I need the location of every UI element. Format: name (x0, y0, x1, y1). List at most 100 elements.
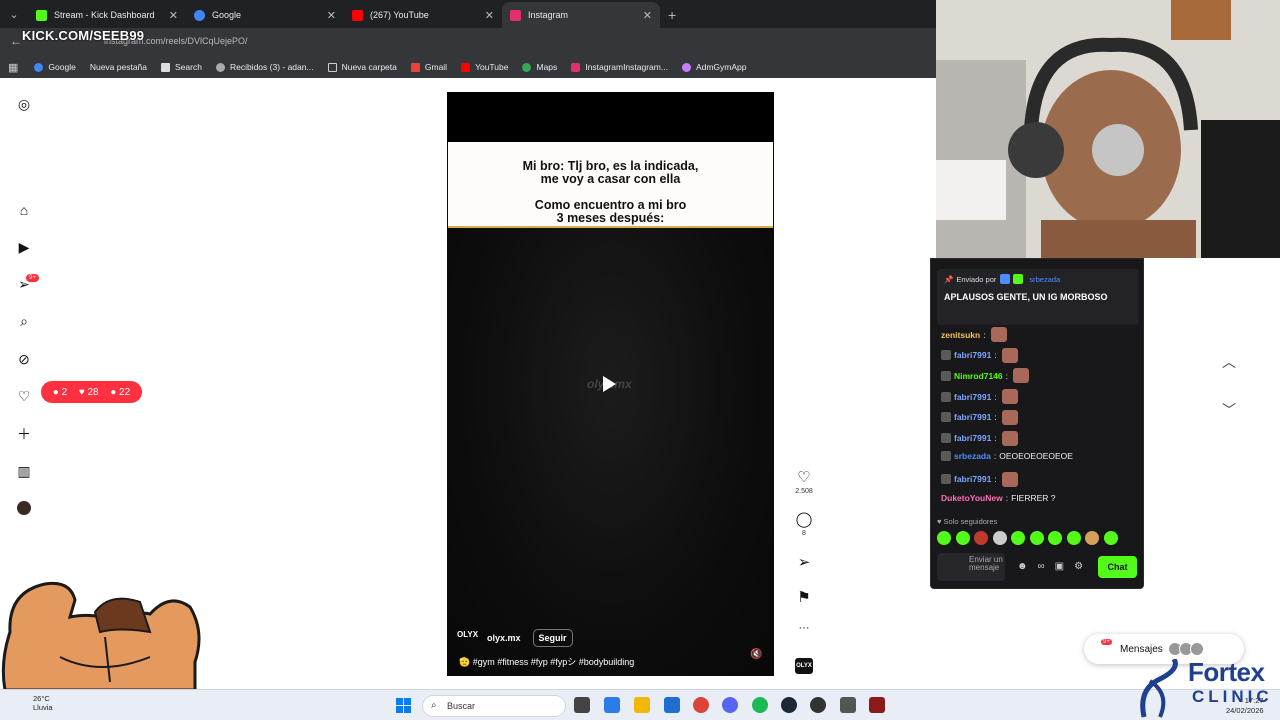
caption-line: Como encuentro a mi bro (534, 198, 687, 212)
close-icon[interactable]: ✕ (485, 9, 494, 22)
emote-button[interactable] (974, 531, 988, 545)
app-icon[interactable] (869, 697, 885, 713)
chat-username[interactable]: fabri7991 (954, 474, 991, 484)
taskbar-search[interactable]: ⌕ Buscar (422, 695, 566, 717)
chat-send-button[interactable]: Chat (1098, 556, 1137, 578)
chrome-icon[interactable] (693, 697, 709, 713)
bookmark-search[interactable]: Search (161, 62, 202, 72)
store-icon[interactable] (664, 697, 680, 713)
chevron-down-icon[interactable]: ﹀ (1222, 400, 1236, 420)
reel-hashtags: 🫡 #gym #fitness #fyp #fypシ #bodybuilding (459, 657, 635, 667)
chat-username[interactable]: fabri7991 (954, 392, 991, 402)
profile-avatar[interactable] (16, 500, 32, 516)
chat-message-input[interactable]: Enviar un mensaje (937, 553, 1005, 581)
author-name[interactable]: olyx.mx (487, 633, 521, 643)
bookmark-instagram[interactable]: InstagramInstagram... (571, 62, 668, 72)
widgets-icon[interactable] (604, 697, 620, 713)
emote-button[interactable] (1011, 531, 1025, 545)
reel-video-player[interactable]: Mi bro: Tlj bro, es la indicada, me voy a… (447, 92, 774, 676)
search-icon[interactable]: ⌕ (16, 313, 32, 329)
google-icon (215, 62, 225, 72)
gift-icon[interactable]: ▣ (1055, 561, 1064, 572)
chat-username[interactable]: DuketoYouNew (941, 493, 1003, 503)
emote-button[interactable] (1085, 531, 1099, 545)
reels-icon[interactable]: ▶ (16, 239, 32, 255)
tab-search-icon[interactable]: ⌄ (0, 0, 28, 28)
chat-message: fabri7991: (941, 389, 1018, 405)
steam-icon[interactable] (781, 697, 797, 713)
close-icon[interactable]: ✕ (643, 9, 652, 22)
bookmark-gmail[interactable]: Gmail (410, 62, 447, 72)
emote-button[interactable] (955, 531, 970, 545)
instagram-icon (510, 9, 521, 21)
bookmark-folder[interactable]: Nueva carpeta (327, 62, 397, 72)
chevron-up-icon[interactable]: ︿ (1222, 352, 1236, 372)
chat-username[interactable]: Nimrod7146 (954, 371, 1003, 381)
heart-icon[interactable]: ♡ (16, 388, 32, 404)
pinned-message[interactable]: 📌 Enviado por srbezada APLAUSOS GENTE, U… (937, 269, 1139, 325)
bookmark-label: YouTube (475, 62, 509, 72)
emote-button[interactable] (1029, 531, 1044, 545)
task-view-icon[interactable] (574, 697, 590, 713)
emote-button[interactable] (1048, 531, 1062, 545)
chat-username[interactable]: fabri7991 (954, 433, 991, 443)
chat-username[interactable]: fabri7991 (954, 412, 991, 422)
instagram-icon (571, 62, 581, 72)
save-button[interactable]: ⚑ (795, 588, 813, 606)
close-icon[interactable]: ✕ (327, 9, 336, 22)
home-icon[interactable]: ⌂ (16, 202, 32, 218)
follow-button[interactable]: Seguir (532, 629, 573, 647)
emote-button[interactable] (1103, 531, 1118, 545)
app-icon[interactable] (840, 697, 856, 713)
emote-button[interactable] (992, 531, 1007, 545)
windows-start-icon[interactable] (396, 698, 411, 713)
comment-button[interactable]: ◯ 8 (795, 510, 813, 537)
close-icon[interactable]: ✕ (169, 9, 178, 22)
instagram-logo-icon[interactable]: ◎ (16, 96, 32, 112)
settings-icon[interactable]: ⚙ (1074, 561, 1083, 572)
apps-grid-icon[interactable]: ▦ (8, 61, 18, 74)
create-icon[interactable]: ＋ (16, 426, 32, 442)
emoji-icon[interactable]: ☻ (1017, 561, 1028, 572)
spotify-icon[interactable] (752, 697, 768, 713)
tab-instagram[interactable]: Instagram ✕ (502, 2, 660, 28)
bookmark-youtube[interactable]: YouTube (461, 62, 508, 72)
tab-youtube[interactable]: (267) YouTube ✕ (344, 2, 502, 28)
tab-kick-dashboard[interactable]: Stream - Kick Dashboard ✕ (28, 2, 186, 28)
message-avatars (1167, 642, 1204, 656)
chat-username[interactable]: fabri7991 (954, 350, 991, 360)
obs-icon[interactable] (810, 697, 826, 713)
infinity-icon[interactable]: ∞ (1038, 561, 1045, 572)
bookmark-google[interactable]: Google (34, 62, 76, 72)
share-button[interactable]: ➢ (795, 553, 813, 571)
file-explorer-icon[interactable] (634, 697, 650, 713)
dashboard-icon[interactable]: ▥ (16, 463, 32, 479)
caption-line: Mi bro: Tlj bro, es la indicada, (522, 159, 699, 173)
audio-avatar[interactable]: OLYX (795, 658, 813, 674)
messages-label: Mensajes (1120, 643, 1163, 655)
follower-count: ● 22 (110, 386, 131, 398)
chat-username[interactable]: zenitsukn (941, 330, 980, 340)
emote-button[interactable] (937, 531, 951, 545)
emote-button[interactable] (1066, 531, 1081, 545)
tab-google[interactable]: Google ✕ (186, 2, 344, 28)
new-tab-icon[interactable]: + (668, 2, 676, 28)
mute-icon[interactable]: 🔇 (750, 649, 762, 660)
like-button[interactable]: ♡ 2.508 (795, 468, 813, 495)
pinned-user[interactable]: srbezada (1029, 275, 1060, 284)
explore-icon[interactable]: ⊘ (16, 351, 32, 367)
author-logo[interactable]: OLYX (457, 630, 479, 646)
play-icon[interactable] (603, 376, 616, 392)
bookmark-admgymapp[interactable]: AdmGymApp (681, 62, 747, 72)
chat-emote (1001, 471, 1018, 487)
bookmark-inbox[interactable]: Recibidos (3) - adan... (215, 62, 314, 72)
weather-temp: 26°C (33, 694, 50, 703)
bookmark-maps[interactable]: Maps (522, 62, 557, 72)
more-options-button[interactable]: ··· (795, 622, 813, 634)
discord-icon[interactable] (722, 697, 738, 713)
bookmark-new-tab[interactable]: Nueva pestaña (90, 62, 147, 72)
weather-widget[interactable]: 26°C Lluvia (33, 694, 53, 712)
back-icon[interactable]: ← (10, 34, 22, 48)
chat-username[interactable]: srbezada (954, 451, 991, 461)
notifications-pill[interactable]: ● 2 ♥ 28 ● 22 (41, 381, 142, 403)
